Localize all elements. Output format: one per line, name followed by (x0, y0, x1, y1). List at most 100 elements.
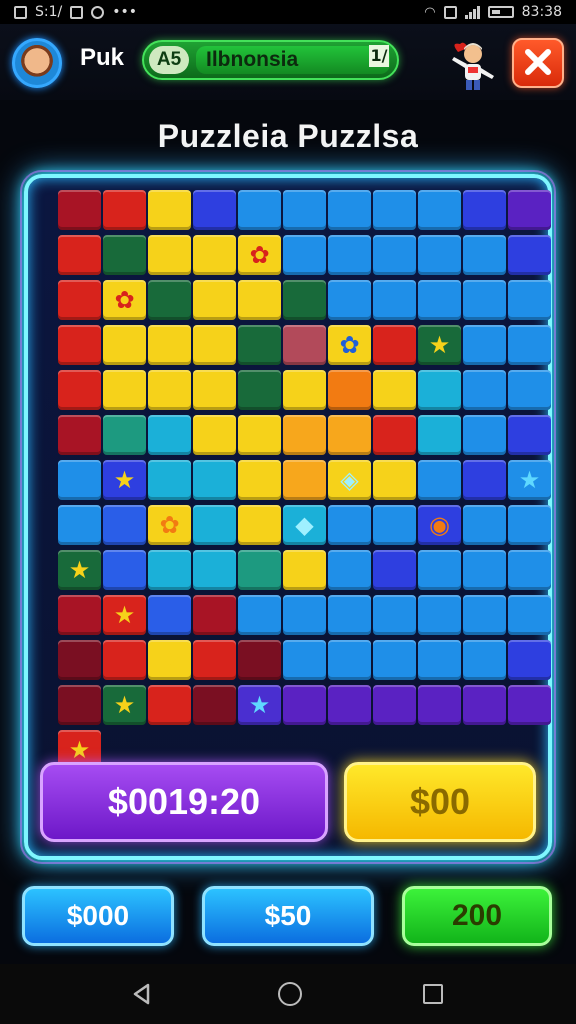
board-tile[interactable] (193, 280, 236, 320)
board-tile[interactable] (418, 460, 461, 500)
board-tile[interactable] (373, 415, 416, 455)
board-tile[interactable] (238, 460, 281, 500)
board-tile[interactable] (283, 685, 326, 725)
board-tile[interactable] (328, 235, 371, 275)
board-tile[interactable] (103, 190, 146, 230)
board-tile[interactable] (58, 685, 101, 725)
board-tile[interactable] (328, 685, 371, 725)
board-tile[interactable] (193, 190, 236, 230)
board-tile[interactable] (373, 640, 416, 680)
board-tile[interactable]: ★ (103, 685, 146, 725)
board-tile[interactable] (58, 460, 101, 500)
board-tile[interactable] (418, 550, 461, 590)
board-tile[interactable] (148, 595, 191, 635)
board-tile[interactable] (103, 640, 146, 680)
board-tile[interactable] (463, 280, 506, 320)
board-tile[interactable] (283, 190, 326, 230)
board-tile[interactable] (463, 190, 506, 230)
board-tile[interactable] (373, 595, 416, 635)
board-tile[interactable] (283, 460, 326, 500)
board-tile[interactable] (283, 550, 326, 590)
board-tile[interactable] (193, 595, 236, 635)
board-tile[interactable] (58, 595, 101, 635)
board-tile[interactable] (238, 550, 281, 590)
board-tile[interactable]: ✿ (238, 235, 281, 275)
board-tile[interactable] (148, 550, 191, 590)
player-avatar[interactable] (12, 38, 62, 88)
board-tile[interactable] (58, 415, 101, 455)
board-tile[interactable] (283, 280, 326, 320)
board-tile[interactable]: ★ (103, 595, 146, 635)
yellow-price-button[interactable]: $00 (344, 762, 536, 842)
board-tile[interactable] (373, 685, 416, 725)
purple-price-button[interactable]: $0019:20 (40, 762, 328, 842)
board-tile[interactable] (193, 640, 236, 680)
board-tile[interactable]: ✿ (148, 505, 191, 545)
board-tile[interactable] (508, 415, 551, 455)
board-tile[interactable] (508, 640, 551, 680)
board-tile[interactable] (283, 415, 326, 455)
board-tile[interactable] (238, 595, 281, 635)
board-tile[interactable] (193, 460, 236, 500)
board-tile[interactable] (418, 640, 461, 680)
option-button-1[interactable]: $000 (22, 886, 174, 946)
recent-apps-icon[interactable] (423, 984, 443, 1004)
board-tile[interactable] (418, 685, 461, 725)
board-tile[interactable] (193, 235, 236, 275)
board-tile[interactable] (508, 595, 551, 635)
board-tile[interactable] (463, 550, 506, 590)
home-icon[interactable] (278, 982, 302, 1006)
board-tile[interactable] (238, 280, 281, 320)
board-tile[interactable] (103, 550, 146, 590)
board-tile[interactable]: ★ (238, 685, 281, 725)
board-tile[interactable] (373, 370, 416, 410)
board-tile[interactable] (508, 685, 551, 725)
board-tile[interactable] (58, 505, 101, 545)
board-tile[interactable] (283, 640, 326, 680)
board-tile[interactable] (508, 280, 551, 320)
board-tile[interactable] (328, 550, 371, 590)
board-tile[interactable] (193, 415, 236, 455)
board-tile[interactable] (373, 550, 416, 590)
board-tile[interactable]: ★ (148, 640, 191, 680)
board-tile[interactable] (193, 685, 236, 725)
board-tile[interactable] (508, 505, 551, 545)
board-tile[interactable] (418, 415, 461, 455)
board-tile[interactable] (328, 640, 371, 680)
board-tile[interactable] (283, 370, 326, 410)
board-tile[interactable] (148, 325, 191, 365)
board-tile[interactable] (148, 685, 191, 725)
board-tile[interactable]: ◈ (328, 460, 371, 500)
board-tile[interactable] (373, 235, 416, 275)
board-tile[interactable] (463, 460, 506, 500)
board-tile[interactable] (463, 685, 506, 725)
board-tile[interactable] (508, 190, 551, 230)
board-tile[interactable]: ★ (418, 325, 461, 365)
board-tile[interactable] (238, 640, 281, 680)
board-tile[interactable] (373, 505, 416, 545)
board-tile[interactable] (148, 415, 191, 455)
board-tile[interactable] (58, 235, 101, 275)
board-tile[interactable] (238, 415, 281, 455)
option-button-3[interactable]: 200 (402, 886, 552, 946)
board-tile[interactable] (238, 325, 281, 365)
board-tile[interactable] (103, 505, 146, 545)
board-tile[interactable] (373, 190, 416, 230)
board-tile[interactable] (193, 550, 236, 590)
board-tile[interactable]: ✿ (328, 325, 371, 365)
board-tile[interactable] (103, 370, 146, 410)
board-tile[interactable] (58, 190, 101, 230)
board-tile[interactable] (418, 370, 461, 410)
board-tile[interactable]: ★ (103, 460, 146, 500)
board-tile[interactable] (328, 280, 371, 320)
board-tile[interactable] (238, 370, 281, 410)
board-tile[interactable] (193, 370, 236, 410)
board-tile[interactable] (238, 505, 281, 545)
board-tile[interactable] (103, 325, 146, 365)
board-tile[interactable] (463, 370, 506, 410)
puzzle-grid[interactable]: ✿ ✿ ✿ ★ ★ ◈ ★ ★ ✿ ◆ ◉ ★ ★ ★ ★ ★ ★ (58, 190, 551, 770)
board-tile[interactable] (508, 550, 551, 590)
board-tile[interactable] (103, 235, 146, 275)
board-tile[interactable] (148, 460, 191, 500)
board-tile[interactable] (418, 595, 461, 635)
